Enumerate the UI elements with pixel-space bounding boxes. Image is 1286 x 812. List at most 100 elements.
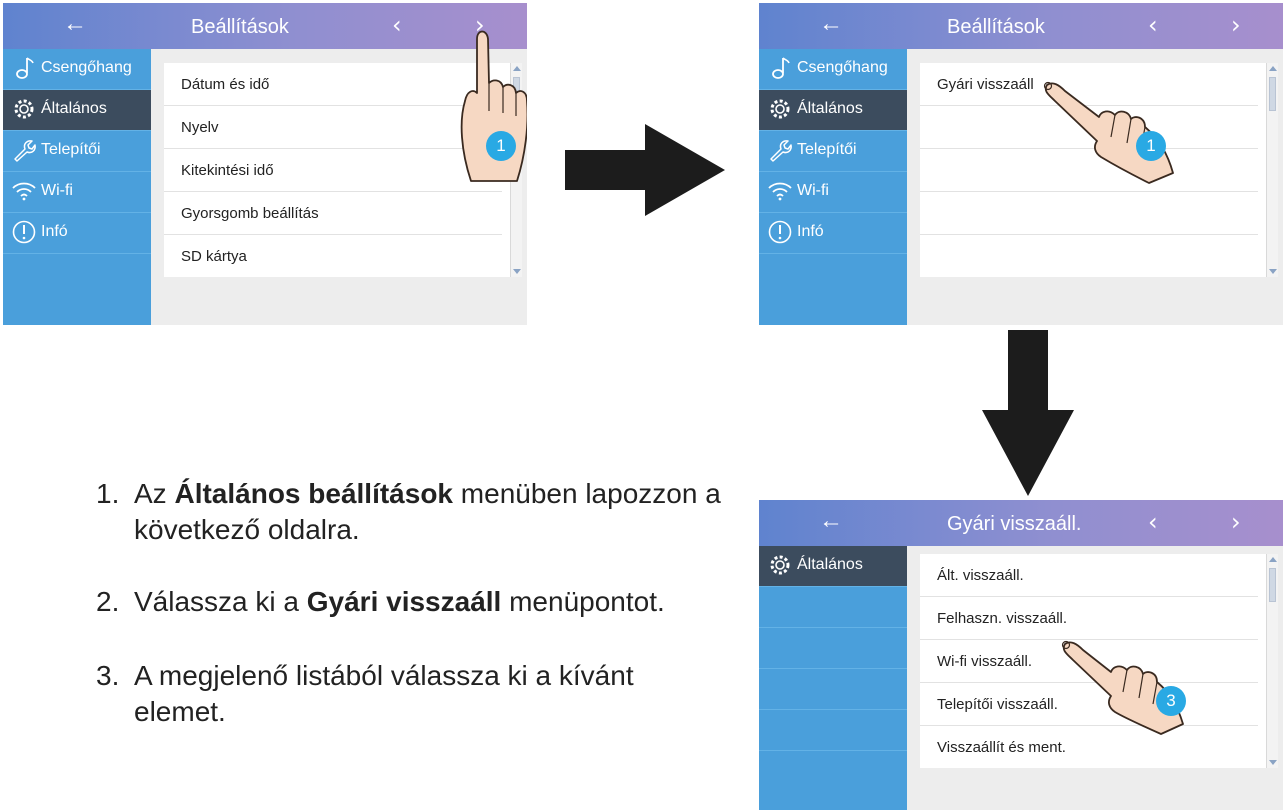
step-text-bold: Gyári visszaáll	[306, 586, 502, 617]
wrench-icon	[14, 140, 36, 162]
scroll-thumb[interactable]	[1269, 568, 1276, 602]
info-icon	[768, 220, 792, 244]
page-title: Gyári visszaáll.	[947, 513, 1082, 535]
list-item-label: Nyelv	[181, 119, 219, 136]
list-item-empty	[920, 235, 1258, 277]
list-item-label: Ált. visszaáll.	[937, 567, 1024, 584]
back-button[interactable]: ←	[819, 507, 843, 535]
list-item-empty	[920, 192, 1258, 235]
gear-icon	[770, 555, 790, 575]
gear-icon	[770, 99, 790, 119]
scrollbar[interactable]	[1266, 63, 1278, 277]
sidebar-item-label: Általános	[41, 100, 107, 117]
screen-factory-reset: ← Gyári visszaáll. ‹ › Általános Ált. vi…	[759, 500, 1283, 810]
list-item-label: Felhaszn. visszaáll.	[937, 610, 1068, 627]
step-text-before: Az	[134, 478, 175, 509]
gear-icon	[14, 99, 34, 119]
step-badge: 1	[1136, 131, 1166, 161]
sidebar-item-label: Infó	[797, 223, 824, 240]
music-note-icon	[16, 57, 34, 79]
scroll-thumb[interactable]	[1269, 77, 1276, 111]
header-bar: ← Gyári visszaáll. ‹ ›	[759, 500, 1283, 546]
sidebar-item-wifi[interactable]: Wi-fi	[3, 172, 151, 213]
sidebar-item-empty	[759, 669, 907, 710]
sidebar: Csengőhang Általános Telepítői Wi-fi Inf…	[759, 49, 907, 325]
list-item-label: Visszaállít és ment.	[937, 739, 1066, 756]
next-page-button[interactable]: ›	[1231, 508, 1241, 536]
list-item-label: Wi-fi visszaáll.	[937, 653, 1033, 670]
step-number: 1.	[96, 478, 120, 509]
step-text-before: A megjelenő listából válassza ki a kíván…	[134, 660, 634, 727]
arrow-down-icon	[982, 330, 1074, 496]
list-item[interactable]: Gyorsgomb beállítás	[164, 192, 502, 235]
screen-settings-page-1: ← Beállítások ‹ › Csengőhang Általános T…	[3, 3, 527, 325]
screen-settings-page-2: ← Beállítások ‹ › Csengőhang Általános T…	[759, 3, 1283, 325]
scroll-down-arrow-icon[interactable]	[1269, 269, 1277, 274]
step-number: 3.	[96, 660, 120, 691]
music-note-icon	[772, 57, 790, 79]
sidebar-item-ringtone[interactable]: Csengőhang	[3, 49, 151, 90]
sidebar: Csengőhang Általános Telepítői Wi-fi Inf…	[3, 49, 151, 325]
sidebar-item-label: Telepítői	[797, 141, 857, 158]
sidebar-item-general[interactable]: Általános	[759, 546, 907, 587]
header-bar: ← Beállítások ‹ ›	[3, 3, 527, 49]
list-item-label: Dátum és idő	[181, 76, 270, 93]
step-text-before: Válassza ki a	[134, 586, 307, 617]
list-item-label: SD kártya	[181, 248, 247, 265]
sidebar-item-installer[interactable]: Telepítői	[3, 131, 151, 172]
scroll-down-arrow-icon[interactable]	[513, 269, 521, 274]
page-title: Beállítások	[191, 16, 289, 38]
prev-page-button[interactable]: ‹	[1148, 11, 1158, 39]
pointing-hand-icon	[1043, 81, 1174, 184]
header-bar: ← Beállítások ‹ ›	[759, 3, 1283, 49]
sidebar-item-label: Infó	[41, 223, 68, 240]
sidebar-item-empty	[759, 587, 907, 628]
wifi-icon	[12, 182, 36, 201]
sidebar-item-ringtone[interactable]: Csengőhang	[759, 49, 907, 90]
step-number: 2.	[96, 586, 120, 617]
info-icon	[12, 220, 36, 244]
page-title: Beállítások	[947, 16, 1045, 38]
list-item-label: Gyorsgomb beállítás	[181, 205, 319, 222]
sidebar-item-general[interactable]: Általános	[3, 90, 151, 131]
scroll-down-arrow-icon[interactable]	[1269, 760, 1277, 765]
sidebar: Általános	[759, 546, 907, 810]
scroll-up-arrow-icon[interactable]	[1269, 557, 1277, 562]
sidebar-item-label: Általános	[797, 100, 863, 117]
list-item[interactable]: Ált. visszaáll.	[920, 554, 1258, 597]
step-text: A megjelenő listából válassza ki a kíván…	[134, 658, 694, 730]
list-item[interactable]: Felhaszn. visszaáll.	[920, 597, 1258, 640]
scrollbar[interactable]	[1266, 554, 1278, 768]
back-button[interactable]: ←	[819, 10, 843, 38]
next-page-button[interactable]: ›	[1231, 11, 1241, 39]
sidebar-item-label: Csengőhang	[797, 59, 888, 76]
step-text: Az Általános beállítások menüben lapozzo…	[134, 476, 754, 548]
step-badge: 3	[1156, 686, 1186, 716]
sidebar-item-label: Wi-fi	[797, 182, 829, 199]
sidebar-item-label: Általános	[797, 556, 863, 573]
list-item-label: Telepítői visszaáll.	[937, 696, 1058, 713]
pointing-hand-icon	[460, 30, 527, 182]
arrow-right-icon	[565, 124, 725, 216]
step-text: Válassza ki a Gyári visszaáll menüpontot…	[134, 584, 754, 620]
sidebar-item-label: Csengőhang	[41, 59, 132, 76]
sidebar-item-empty	[759, 710, 907, 751]
list-item[interactable]: SD kártya	[164, 235, 502, 277]
scroll-up-arrow-icon[interactable]	[1269, 66, 1277, 71]
sidebar-item-info[interactable]: Infó	[3, 213, 151, 254]
sidebar-item-wifi[interactable]: Wi-fi	[759, 172, 907, 213]
sidebar-item-info[interactable]: Infó	[759, 213, 907, 254]
prev-page-button[interactable]: ‹	[1148, 508, 1158, 536]
back-button[interactable]: ←	[63, 10, 87, 38]
list-item-label: Kitekintési idő	[181, 162, 274, 179]
sidebar-item-label: Wi-fi	[41, 182, 73, 199]
wifi-icon	[768, 182, 792, 201]
step-text-after: menüpontot.	[501, 586, 665, 617]
sidebar-item-general[interactable]: Általános	[759, 90, 907, 131]
wrench-icon	[770, 140, 792, 162]
prev-page-button[interactable]: ‹	[392, 11, 402, 39]
list-item-label: Gyári visszaáll	[937, 76, 1034, 93]
sidebar-item-empty	[759, 628, 907, 669]
sidebar-item-installer[interactable]: Telepítői	[759, 131, 907, 172]
step-text-bold: Általános beállítások	[174, 478, 454, 509]
